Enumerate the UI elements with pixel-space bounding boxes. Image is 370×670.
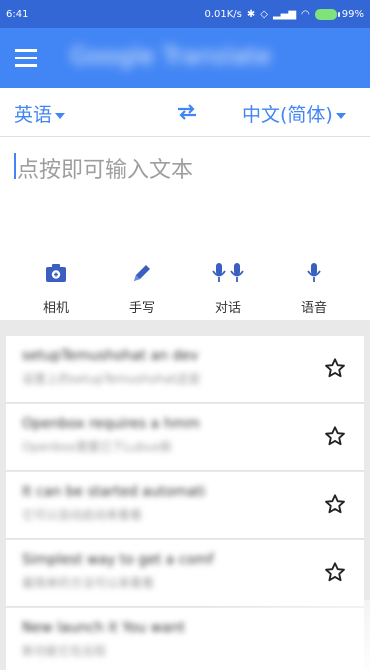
history-source-text: It can be started automati: [22, 484, 206, 500]
signal-icon: ▂▄▆: [272, 8, 297, 20]
history-card[interactable]: Simplest way to get a comf 最简单的方法可以来看看: [6, 540, 364, 607]
target-language-selector[interactable]: 中文(简体): [242, 100, 346, 127]
source-language-selector[interactable]: 英语: [14, 100, 66, 127]
star-icon[interactable]: [324, 357, 346, 383]
battery-percent: 99%: [341, 8, 364, 20]
history-translated-text: 最简单的方法可以来看看: [22, 576, 155, 590]
target-language-label: 中文(简体): [242, 104, 333, 126]
history-translated-text: 设置上的setupTemushohat这是: [22, 372, 201, 386]
star-icon[interactable]: [324, 561, 346, 587]
app-bar: Google Translate: [0, 28, 370, 88]
handwriting-label: 手写: [128, 301, 155, 316]
history-source-text: New launch it You want: [22, 620, 186, 636]
mic-icon: [284, 261, 344, 285]
voice-label: 语音: [300, 301, 327, 316]
swap-languages-icon[interactable]: [176, 102, 198, 126]
camera-label: 相机: [42, 301, 69, 316]
history-translated-text: Openbox需要已下Lubux新: [22, 440, 173, 454]
handwriting-button[interactable]: 手写: [112, 261, 172, 316]
conversation-button[interactable]: 对话: [198, 261, 258, 316]
vibrate-icon: ◇: [260, 8, 268, 20]
app-title: Google Translate: [70, 42, 272, 70]
bluetooth-icon: ✱: [246, 8, 256, 20]
conversation-mic-icon: [198, 261, 258, 285]
network-speed: 0.01K/s: [204, 8, 242, 20]
dropdown-caret-icon: [55, 112, 66, 119]
text-input-area[interactable]: 点按即可输入文本 相机 手写 对话 语音: [0, 137, 370, 320]
star-icon[interactable]: [324, 493, 346, 519]
wifi-icon: ◠: [301, 8, 310, 20]
history-card[interactable]: It can be started automati 它可以自动启动来看看: [6, 472, 364, 539]
conversation-label: 对话: [214, 301, 241, 316]
history-source-text: setupTemushohat an dev: [22, 348, 199, 364]
history-card[interactable]: setupTemushohat an dev 设置上的setupTemushoh…: [6, 336, 364, 403]
voice-button[interactable]: 语音: [284, 261, 344, 316]
input-placeholder: 点按即可输入文本: [17, 158, 194, 183]
history-translated-text: 它可以自动启动来看看: [22, 508, 143, 522]
text-cursor: [14, 153, 16, 179]
watermark-overlay: [200, 600, 370, 670]
pen-icon: [112, 261, 172, 285]
star-icon[interactable]: [324, 425, 346, 451]
battery-icon: [314, 8, 340, 20]
language-bar: 英语 中文(简体): [0, 88, 370, 137]
history-card[interactable]: Openbox requires a hmm Openbox需要已下Lubux新: [6, 404, 364, 471]
history-translated-text: 新功能它在出现: [22, 644, 107, 658]
history-source-text: Openbox requires a hmm: [22, 416, 200, 432]
history-source-text: Simplest way to get a comf: [22, 552, 214, 568]
status-icons: 0.01K/s ✱ ◇ ▂▄▆ ◠ 99%: [204, 8, 364, 20]
menu-icon[interactable]: [15, 49, 37, 67]
dropdown-caret-icon: [335, 112, 346, 119]
status-time: 6:41: [6, 8, 29, 20]
source-language-label: 英语: [14, 104, 53, 126]
camera-icon: [26, 261, 86, 285]
camera-button[interactable]: 相机: [26, 261, 86, 316]
status-bar: 6:41 0.01K/s ✱ ◇ ▂▄▆ ◠ 99%: [0, 0, 370, 28]
